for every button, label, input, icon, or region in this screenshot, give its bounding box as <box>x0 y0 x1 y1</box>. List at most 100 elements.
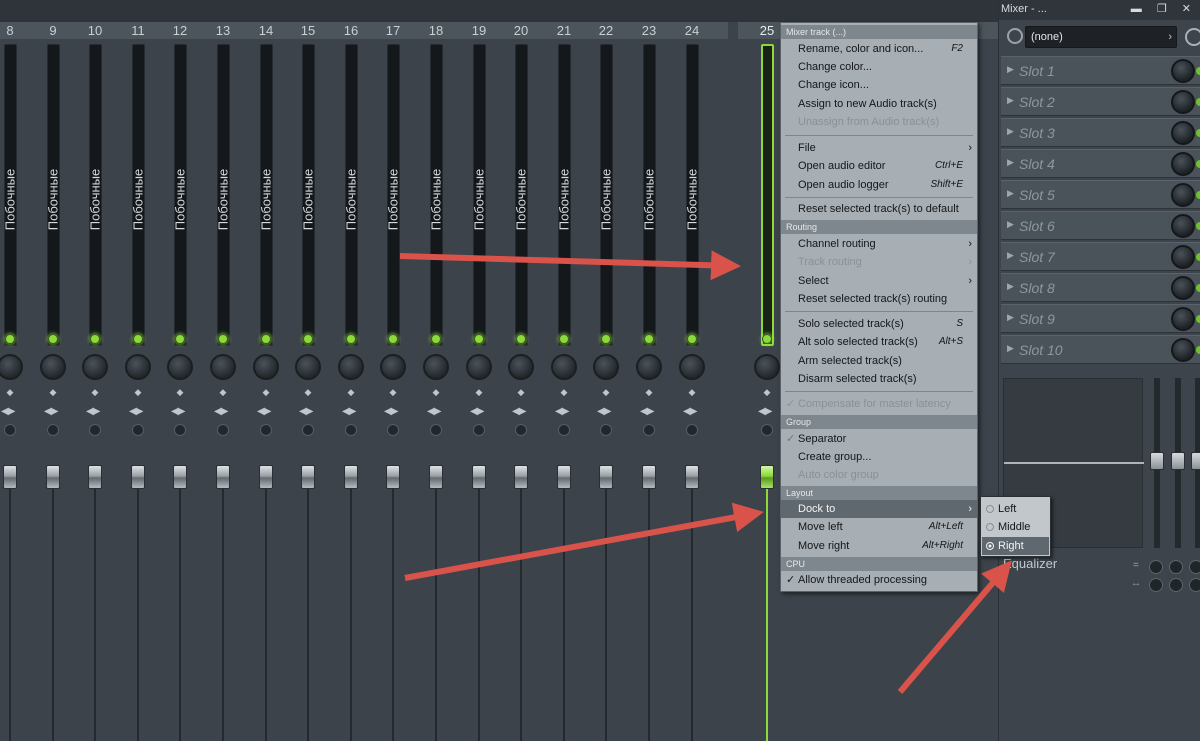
eq-knob[interactable] <box>1149 578 1163 592</box>
menu-item-threaded[interactable]: ✓ Allow threaded processing <box>781 571 977 589</box>
menu-item-create-group[interactable]: Create group... <box>781 448 977 466</box>
preset-menu-icon[interactable] <box>1007 28 1023 44</box>
volume-fader[interactable] <box>88 465 102 489</box>
mixer-strip[interactable]: 13 Побочные ◆ ◀▶ <box>202 22 244 741</box>
mute-led-icon[interactable] <box>303 334 313 344</box>
mute-led-icon[interactable] <box>218 334 228 344</box>
window-buttons[interactable]: ▬ ❐ ✕ <box>1131 2 1197 15</box>
volume-fader[interactable] <box>599 465 613 489</box>
swap-icon[interactable]: ◀▶ <box>171 406 185 417</box>
effect-slot[interactable]: ▶ Slot 4 <box>1001 149 1200 178</box>
effect-slot[interactable]: ▶ Slot 7 <box>1001 242 1200 271</box>
stereo-knob[interactable] <box>558 424 570 436</box>
stereo-knob[interactable] <box>387 424 399 436</box>
menu-item-move-right[interactable]: Move right Alt+Right <box>781 537 977 555</box>
slot-enable-led-icon[interactable] <box>1196 284 1200 292</box>
menu-item-channel-routing[interactable]: Channel routing › <box>781 235 977 253</box>
pan-knob[interactable] <box>338 354 364 380</box>
preset-selector[interactable]: (none) › <box>1025 26 1177 48</box>
volume-fader[interactable] <box>344 465 358 489</box>
pan-knob[interactable] <box>380 354 406 380</box>
stereo-knob[interactable] <box>515 424 527 436</box>
stereo-knob[interactable] <box>89 424 101 436</box>
menu-item-select[interactable]: Select › <box>781 272 977 290</box>
eq-knob[interactable] <box>1169 560 1183 574</box>
menu-item-reset-default[interactable]: Reset selected track(s) to default <box>781 200 977 218</box>
mute-led-icon[interactable] <box>474 334 484 344</box>
eq-band-thumb[interactable] <box>1150 452 1164 470</box>
mix-knob[interactable] <box>1171 152 1195 176</box>
volume-fader[interactable] <box>173 465 187 489</box>
swap-icon[interactable]: ◀▶ <box>214 406 228 417</box>
mute-led-icon[interactable] <box>48 334 58 344</box>
pan-knob[interactable] <box>551 354 577 380</box>
volume-fader[interactable] <box>3 465 17 489</box>
dock-option-middle[interactable]: Middle <box>982 518 1049 536</box>
mix-knob[interactable] <box>1171 307 1195 331</box>
volume-fader[interactable] <box>216 465 230 489</box>
volume-fader[interactable] <box>429 465 443 489</box>
swap-icon[interactable]: ◀▶ <box>758 406 772 417</box>
swap-icon[interactable]: ◀▶ <box>683 406 697 417</box>
mix-knob[interactable] <box>1171 59 1195 83</box>
pan-knob[interactable] <box>466 354 492 380</box>
stereo-knob[interactable] <box>430 424 442 436</box>
mixer-strip[interactable]: 21 Побочные ◆ ◀▶ <box>543 22 585 741</box>
menu-item-change-color[interactable]: Change color... <box>781 58 977 76</box>
eq-knob[interactable] <box>1149 560 1163 574</box>
slot-enable-led-icon[interactable] <box>1196 160 1200 168</box>
mute-led-icon[interactable] <box>644 334 654 344</box>
swap-icon[interactable]: ◀▶ <box>640 406 654 417</box>
pan-knob[interactable] <box>679 354 705 380</box>
pan-knob[interactable] <box>636 354 662 380</box>
mute-led-icon[interactable] <box>346 334 356 344</box>
menu-item-open-logger[interactable]: Open audio logger Shift+E <box>781 176 977 194</box>
slot-enable-led-icon[interactable] <box>1196 129 1200 137</box>
volume-fader[interactable] <box>301 465 315 489</box>
pan-knob[interactable] <box>253 354 279 380</box>
menu-item-rename[interactable]: Rename, color and icon... F2 <box>781 40 977 58</box>
pan-knob[interactable] <box>167 354 193 380</box>
menu-item-alt-solo[interactable]: Alt solo selected track(s) Alt+S <box>781 333 977 351</box>
mixer-strip[interactable]: 10 Побочные ◆ ◀▶ <box>74 22 116 741</box>
slot-enable-led-icon[interactable] <box>1196 98 1200 106</box>
pan-knob[interactable] <box>125 354 151 380</box>
slot-enable-led-icon[interactable] <box>1196 346 1200 354</box>
stereo-knob[interactable] <box>217 424 229 436</box>
swap-icon[interactable]: ◀▶ <box>1 406 15 417</box>
mixer-strip[interactable]: 22 Побочные ◆ ◀▶ <box>585 22 627 741</box>
effect-slot[interactable]: ▶ Slot 8 <box>1001 273 1200 302</box>
mix-knob[interactable] <box>1171 276 1195 300</box>
volume-fader[interactable] <box>642 465 656 489</box>
effect-slot[interactable]: ▶ Slot 3 <box>1001 118 1200 147</box>
slot-enable-led-icon[interactable] <box>1196 222 1200 230</box>
pan-knob[interactable] <box>40 354 66 380</box>
mute-led-icon[interactable] <box>133 334 143 344</box>
pan-knob[interactable] <box>82 354 108 380</box>
volume-fader[interactable] <box>760 465 774 489</box>
effect-slot[interactable]: ▶ Slot 1 <box>1001 56 1200 85</box>
mix-knob[interactable] <box>1171 245 1195 269</box>
eq-knob[interactable] <box>1169 578 1183 592</box>
swap-icon[interactable]: ◀▶ <box>86 406 100 417</box>
mute-led-icon[interactable] <box>5 334 15 344</box>
mix-knob[interactable] <box>1171 183 1195 207</box>
swap-icon[interactable]: ◀▶ <box>470 406 484 417</box>
volume-fader[interactable] <box>685 465 699 489</box>
stereo-knob[interactable] <box>761 424 773 436</box>
swap-icon[interactable]: ◀▶ <box>129 406 143 417</box>
eq-band-thumb[interactable] <box>1171 452 1185 470</box>
menu-item-separator[interactable]: ✓ Separator <box>781 430 977 448</box>
mixer-strip[interactable]: 20 Побочные ◆ ◀▶ <box>500 22 542 741</box>
stereo-knob[interactable] <box>174 424 186 436</box>
volume-fader[interactable] <box>131 465 145 489</box>
stereo-knob[interactable] <box>4 424 16 436</box>
menu-item-arm[interactable]: Arm selected track(s) <box>781 352 977 370</box>
mixer-strip[interactable]: 18 Побочные ◆ ◀▶ <box>415 22 457 741</box>
mute-led-icon[interactable] <box>175 334 185 344</box>
mute-led-icon[interactable] <box>261 334 271 344</box>
mix-knob[interactable] <box>1171 338 1195 362</box>
menu-item-change-icon[interactable]: Change icon... <box>781 76 977 94</box>
mixer-strip[interactable]: 23 Побочные ◆ ◀▶ <box>628 22 670 741</box>
mute-led-icon[interactable] <box>431 334 441 344</box>
